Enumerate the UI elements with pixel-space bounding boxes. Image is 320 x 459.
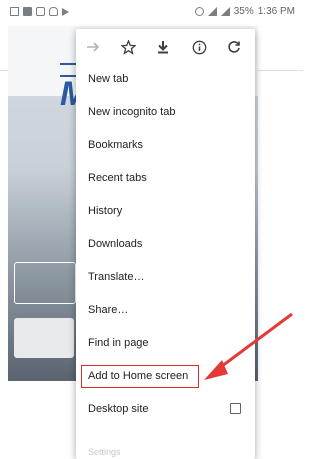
message-notification-icon <box>23 7 32 16</box>
annotation-arrow-icon <box>204 312 293 380</box>
menu-item-new-incognito-tab[interactable]: New incognito tab <box>76 96 255 129</box>
gallery-notification-icon <box>36 7 45 16</box>
desktop-site-label: Desktop site <box>88 403 149 415</box>
menu-item-settings-partial[interactable]: Settings <box>76 447 255 459</box>
menu-item-history[interactable]: History <box>76 195 255 228</box>
signal-icon <box>220 7 230 16</box>
reload-icon[interactable] <box>226 39 242 55</box>
menu-item-recent-tabs[interactable]: Recent tabs <box>76 162 255 195</box>
menu-item-new-tab[interactable]: New tab <box>76 63 255 96</box>
hero-panel <box>14 262 76 304</box>
menu-icon-row <box>76 29 255 65</box>
status-bar: 35% 1:36 PM <box>0 0 303 26</box>
battery-level: 35% <box>233 6 254 17</box>
menu-item-desktop-site[interactable]: Desktop site <box>76 393 255 426</box>
desktop-site-checkbox[interactable] <box>230 403 241 414</box>
hero-panel-secondary <box>14 318 74 358</box>
system-status: 35% 1:36 PM <box>194 6 295 17</box>
forward-icon[interactable] <box>85 39 101 55</box>
menu-item-translate[interactable]: Translate… <box>76 261 255 294</box>
wifi-icon <box>207 7 217 16</box>
star-icon[interactable] <box>120 39 136 55</box>
play-store-icon <box>62 7 69 16</box>
chrome-overflow-menu: New tab New incognito tab Bookmarks Rece… <box>76 29 255 459</box>
clock: 1:36 PM <box>257 6 295 17</box>
info-icon[interactable] <box>191 39 207 55</box>
notification-icons <box>10 7 69 16</box>
image-notification-icon <box>10 7 19 16</box>
lock-notification-icon <box>49 7 58 16</box>
highlight-box <box>81 365 199 388</box>
menu-item-downloads[interactable]: Downloads <box>76 228 255 261</box>
sync-icon <box>194 7 204 16</box>
menu-item-bookmarks[interactable]: Bookmarks <box>76 129 255 162</box>
download-icon[interactable] <box>155 39 171 55</box>
